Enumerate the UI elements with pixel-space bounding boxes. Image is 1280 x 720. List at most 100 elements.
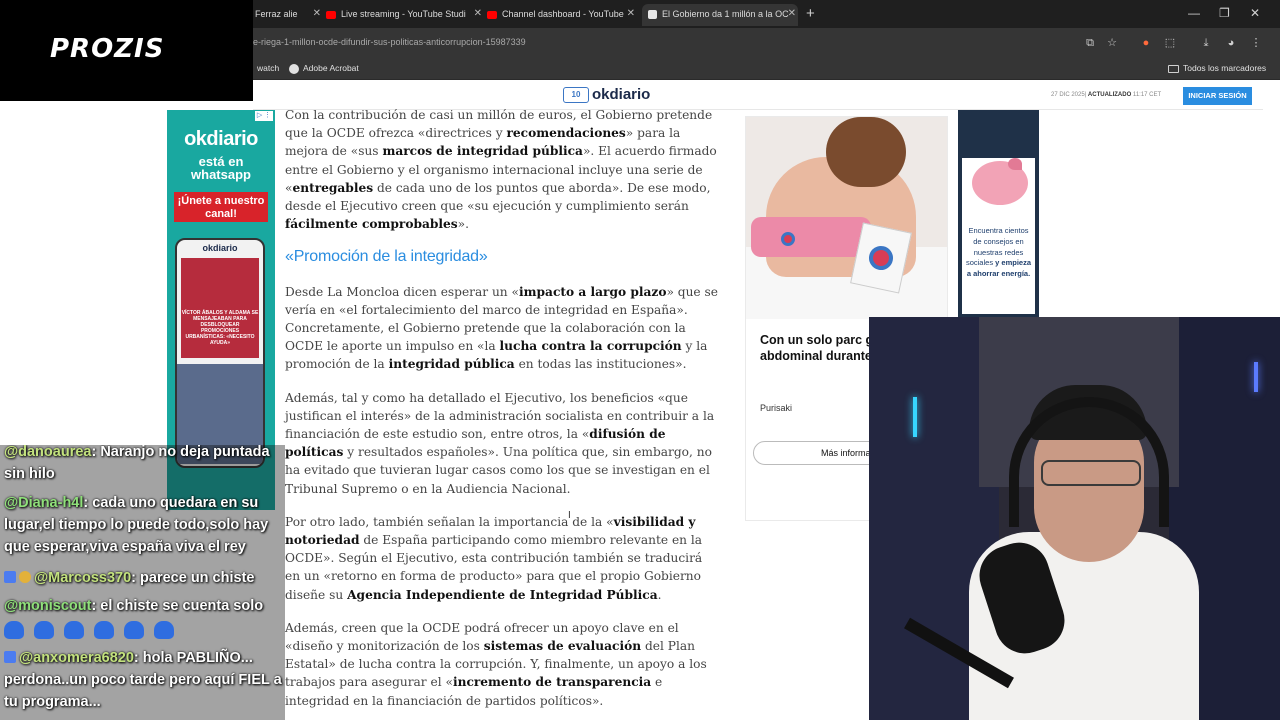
tab-ferraz[interactable]: Ferraz alie ✕ [255, 4, 323, 26]
energy-ad[interactable]: Encuentra cientos de consejos en nuestra… [958, 110, 1039, 318]
close-window-icon[interactable]: ✕ [1250, 6, 1260, 20]
all-bookmarks[interactable]: Todos los marcadores [1168, 63, 1266, 73]
folder-icon [1168, 64, 1179, 73]
new-tab-icon[interactable]: + [806, 5, 815, 22]
section-heading: «Promoción de la integridad» [285, 248, 488, 266]
led-light-icon [913, 397, 917, 437]
chat-text: : parece un chiste [131, 570, 255, 586]
tab-label: Live streaming - YouTube Studi [341, 9, 466, 19]
chat-username: @moniscout [4, 598, 92, 614]
smile-badge-icon [19, 571, 31, 583]
ad-photo-hair [826, 117, 906, 187]
led-light-icon [1254, 362, 1258, 392]
tab-channel-dashboard[interactable]: Channel dashboard - YouTube ✕ [487, 4, 637, 26]
bookmark-adobe-acrobat[interactable]: Adobe Acrobat [289, 63, 359, 74]
bold-run: lucha contra la corrupción [499, 339, 682, 354]
tab-live-streaming[interactable]: Live streaming - YouTube Studi ✕ [326, 4, 484, 26]
emote-icon [34, 621, 54, 639]
live-chat-overlay: @danoaurea: Naranjo no deja puntada sin … [0, 445, 285, 720]
logo-text: okdiario [592, 86, 651, 103]
login-button[interactable]: INICIAR SESIÓN [1183, 87, 1252, 105]
sponsor-text: PROZIS [50, 34, 165, 64]
wrench-badge-icon [4, 571, 16, 583]
paragraph-2: Desde La Moncloa dicen esperar un «impac… [285, 283, 720, 374]
download-icon[interactable]: ⤓ [1199, 36, 1213, 50]
phone-mockup: okdiario VÍCTOR ÁBALOS Y ALDAMA SE MENSA… [175, 238, 265, 468]
bookmark-star-icon[interactable]: ☆ [1105, 36, 1119, 50]
phone-logo: okdiario [202, 243, 238, 253]
screen: Ferraz alie ✕ Live streaming - YouTube S… [0, 0, 1280, 720]
paragraph-4: Por otro lado, también señalan la import… [285, 513, 720, 604]
close-icon[interactable]: ✕ [313, 4, 321, 24]
extensions-puzzle-icon[interactable]: ⬚ [1163, 36, 1177, 50]
url-field[interactable]: e-riega-1-millon-ocde-difundir-sus-polit… [253, 37, 526, 47]
bold-run: incremento de transparencia [452, 675, 652, 690]
emote-icon [124, 621, 144, 639]
text-run: Desde La Moncloa dicen esperar un « [285, 284, 519, 299]
energy-ad-text: Encuentra cientos de consejos en nuestra… [964, 226, 1033, 280]
text-cursor-icon: I [568, 510, 571, 521]
close-icon[interactable]: ✕ [788, 4, 796, 24]
tab-el-gobierno[interactable]: El Gobierno da 1 millón a la OC ✕ [642, 4, 798, 26]
menu-kebab-icon[interactable]: ⋮ [1249, 36, 1263, 50]
chat-text: : el chiste se cuenta solo [91, 598, 264, 614]
emote-icon [64, 621, 84, 639]
youtube-icon [326, 10, 336, 19]
text-run: . [657, 587, 662, 602]
extension-icon[interactable]: ● [1139, 36, 1153, 50]
webcam-feed [869, 317, 1280, 720]
chat-username: @Diana-h4l [4, 495, 84, 511]
ad-photo [746, 117, 947, 319]
date-label: 27 DIC 2025| [1051, 92, 1087, 98]
acrobat-icon [289, 63, 299, 74]
bold-run: recomendaciones [506, 126, 626, 141]
ad-cta-button[interactable]: ¡Únete a nuestro canal! [174, 192, 268, 222]
chat-message: @Diana-h4l: cada uno quedara en su lugar… [4, 492, 284, 558]
youtube-icon [487, 10, 497, 19]
ad-advertiser: Purisaki [760, 403, 793, 413]
target-icon [866, 243, 896, 273]
install-app-icon[interactable]: ⧉ [1083, 36, 1097, 50]
close-icon[interactable]: ✕ [627, 4, 635, 24]
site-logo[interactable]: 10 okdiario [563, 86, 650, 104]
updated-time: 11:17 [1132, 92, 1148, 98]
ad-photo-top [751, 217, 871, 257]
adchoices-icon[interactable]: ▷ ⋮ [255, 111, 273, 121]
close-icon[interactable]: ✕ [474, 4, 482, 24]
bookmark-watch[interactable]: watch [257, 63, 279, 73]
bold-run: impacto a largo plazo [519, 284, 667, 299]
bold-run: entregables [292, 180, 374, 195]
bold-run: integridad pública [388, 357, 515, 372]
timezone: CET [1149, 92, 1162, 98]
chat-message: @danoaurea: Naranjo no deja puntada sin … [4, 445, 284, 485]
tab-label: Ferraz alie [255, 9, 298, 19]
chat-message: @Marcoss370: parece un chiste [4, 567, 284, 589]
phone-headline: VÍCTOR ÁBALOS Y ALDAMA SE MENSAJEABAN PA… [181, 310, 259, 346]
all-bookmarks-label: Todos los marcadores [1183, 63, 1267, 73]
emote-row [4, 621, 284, 643]
restore-icon[interactable]: ❐ [1219, 6, 1230, 20]
chat-username: @anxomera6820 [19, 650, 134, 666]
bold-run: Agencia Independiente de Integridad Públ… [347, 587, 658, 602]
chat-username: @danoaurea [4, 445, 92, 460]
emote-icon [94, 621, 114, 639]
text-run: en todas las instituciones». [514, 357, 687, 372]
chat-message: @moniscout: el chiste se cuenta solo [4, 595, 284, 617]
wrench-badge-icon [4, 651, 16, 663]
date-stamp: 27 DIC 2025| ACTUALIZADO 11:17 CET [1051, 92, 1161, 98]
ad-brand: okdiario [184, 128, 258, 150]
profile-avatar-icon[interactable]: ◕ [1224, 36, 1238, 50]
emote-icon [154, 621, 174, 639]
text-run: Por otro lado, también señalan la import… [285, 514, 614, 529]
chat-message: @anxomera6820: hola PABLIÑO... perdona..… [4, 647, 284, 713]
tab-label: Channel dashboard - YouTube [502, 9, 624, 19]
bold-run: sistemas de evaluación [483, 639, 642, 654]
article-body: Con la contribución de casi un millón de… [285, 106, 720, 720]
updated-label: ACTUALIZADO [1087, 92, 1132, 98]
ad-subtitle: está en whatsapp [191, 154, 251, 182]
energy-ad-card: Encuentra cientos de consejos en nuestra… [962, 158, 1035, 314]
emote-icon [4, 621, 24, 639]
tab-label: El Gobierno da 1 millón a la OC [662, 9, 789, 19]
text-run: y resultados españoles». Una política qu… [285, 445, 712, 496]
minimize-icon[interactable]: — [1188, 6, 1200, 20]
